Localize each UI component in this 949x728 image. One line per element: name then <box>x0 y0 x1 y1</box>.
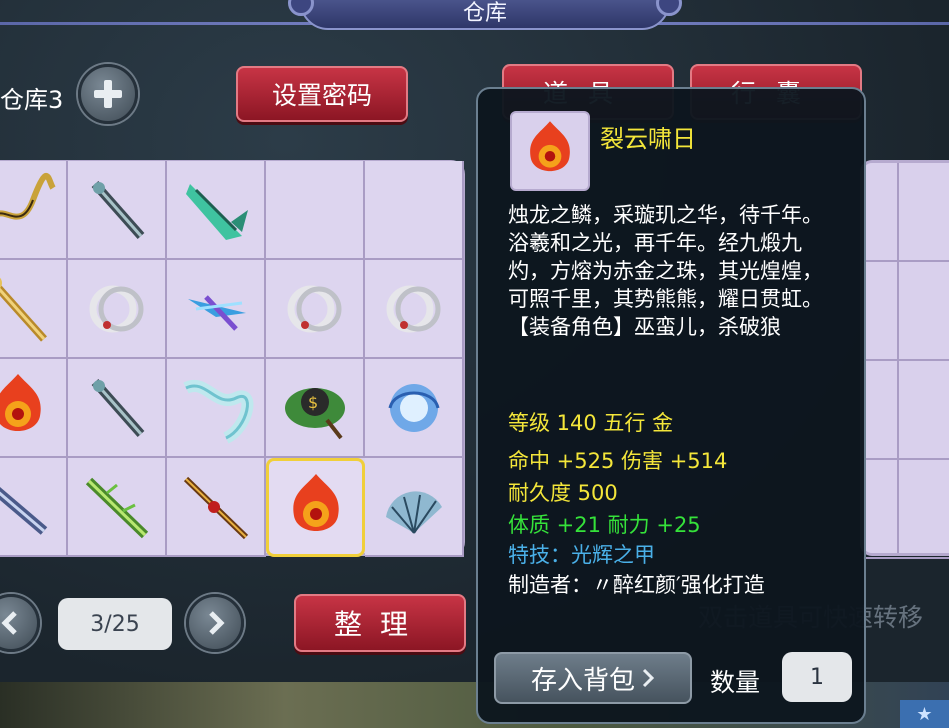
item-name: 裂云啸日 <box>600 125 696 153</box>
item-slot[interactable] <box>167 458 266 557</box>
vine-sword-icon <box>85 477 148 538</box>
item-stats-line: 体质 +21 耐力 +25 <box>508 513 701 537</box>
item-attack-line: 命中 +525 伤害 +514 <box>508 449 728 473</box>
item-slot[interactable] <box>167 359 266 458</box>
sort-button[interactable]: 整理 <box>294 594 466 652</box>
item-skill-line: 特技：光辉之甲 <box>508 543 655 567</box>
chevron-left-icon <box>1 611 17 635</box>
star-icon[interactable]: ★ <box>900 700 949 728</box>
item-slot[interactable] <box>0 359 68 458</box>
next-page-button[interactable] <box>186 594 244 652</box>
chain-whip-icon <box>0 172 56 220</box>
item-slot[interactable] <box>68 359 167 458</box>
item-grid: $ <box>0 161 464 557</box>
green-claw-blade-icon <box>185 183 248 240</box>
silver-ring-icon <box>287 285 341 332</box>
window-title: 仓库 <box>462 1 507 26</box>
quantity-input[interactable]: 1 <box>782 652 852 702</box>
warehouse-label: 仓库3 <box>0 86 64 114</box>
item-slot[interactable] <box>68 458 167 557</box>
item-slot[interactable] <box>365 260 464 359</box>
iron-fan-icon <box>385 490 442 534</box>
chevron-right-icon <box>209 611 225 635</box>
item-slot-selected[interactable] <box>266 458 365 557</box>
item-tooltip: 裂云啸日 烛龙之鳞，采璇玑之华，待千年。浴羲和之光，再千年。经九煅九灼，方熔为赤… <box>476 87 866 724</box>
store-to-bag-button[interactable]: 存入背包 <box>494 652 692 704</box>
title-plate: 仓库 <box>288 0 682 30</box>
silver-ring-icon <box>89 285 143 332</box>
item-slot[interactable] <box>0 458 68 557</box>
fire-gem-icon <box>530 121 570 172</box>
item-slot[interactable] <box>68 260 167 359</box>
store-to-bag-label: 存入背包 <box>530 665 635 696</box>
set-password-button[interactable]: 设置密码 <box>236 66 408 122</box>
tooltip-item-slot <box>510 111 590 191</box>
blue-vortex-orb-icon <box>388 383 439 432</box>
silver-ring-icon <box>386 285 440 332</box>
red-spear-icon <box>183 476 248 539</box>
item-slot-empty[interactable] <box>266 161 365 260</box>
jade-ribbon-icon <box>182 379 253 443</box>
ornament-left-icon <box>288 0 314 16</box>
item-slot[interactable]: $ <box>266 359 365 458</box>
dark-sword-icon <box>91 378 144 437</box>
coin-wheel-icon: $ <box>284 387 345 439</box>
item-slot[interactable] <box>167 260 266 359</box>
item-level-line: 等级 140 五行 金 <box>508 411 674 435</box>
svg-text:$: $ <box>308 393 318 412</box>
add-warehouse-button[interactable] <box>78 64 138 124</box>
blue-feather-blade-icon <box>187 294 246 331</box>
item-slot[interactable] <box>365 359 464 458</box>
item-slot[interactable] <box>0 161 68 260</box>
quantity-label: 数量 <box>710 668 761 697</box>
item-slot-empty[interactable] <box>365 161 464 260</box>
item-slot[interactable] <box>365 458 464 557</box>
item-slot[interactable] <box>167 161 266 260</box>
prev-page-button[interactable] <box>0 594 40 652</box>
item-durability-line: 耐久度 500 <box>508 481 618 505</box>
fire-gem-icon <box>0 373 41 431</box>
chevron-right-icon <box>642 668 655 688</box>
item-slot[interactable] <box>68 161 167 260</box>
fire-gem-icon <box>292 473 339 531</box>
item-slot[interactable] <box>0 260 68 359</box>
golden-staff-icon <box>0 277 47 342</box>
item-description: 烛龙之鳞，采璇玑之华，待千年。浴羲和之光，再千年。经九煅九灼，方熔为赤金之珠，其… <box>508 203 823 339</box>
right-grid-panel <box>860 160 949 559</box>
dark-sword-icon <box>91 180 144 239</box>
item-slot[interactable] <box>266 260 365 359</box>
plus-icon <box>94 80 122 108</box>
item-maker-line: 制造者：〃醉红颜′强化打造 <box>508 573 765 597</box>
crystal-spear-icon <box>0 486 47 535</box>
ornament-right-icon <box>656 0 682 16</box>
page-indicator: 3/25 <box>58 598 172 650</box>
